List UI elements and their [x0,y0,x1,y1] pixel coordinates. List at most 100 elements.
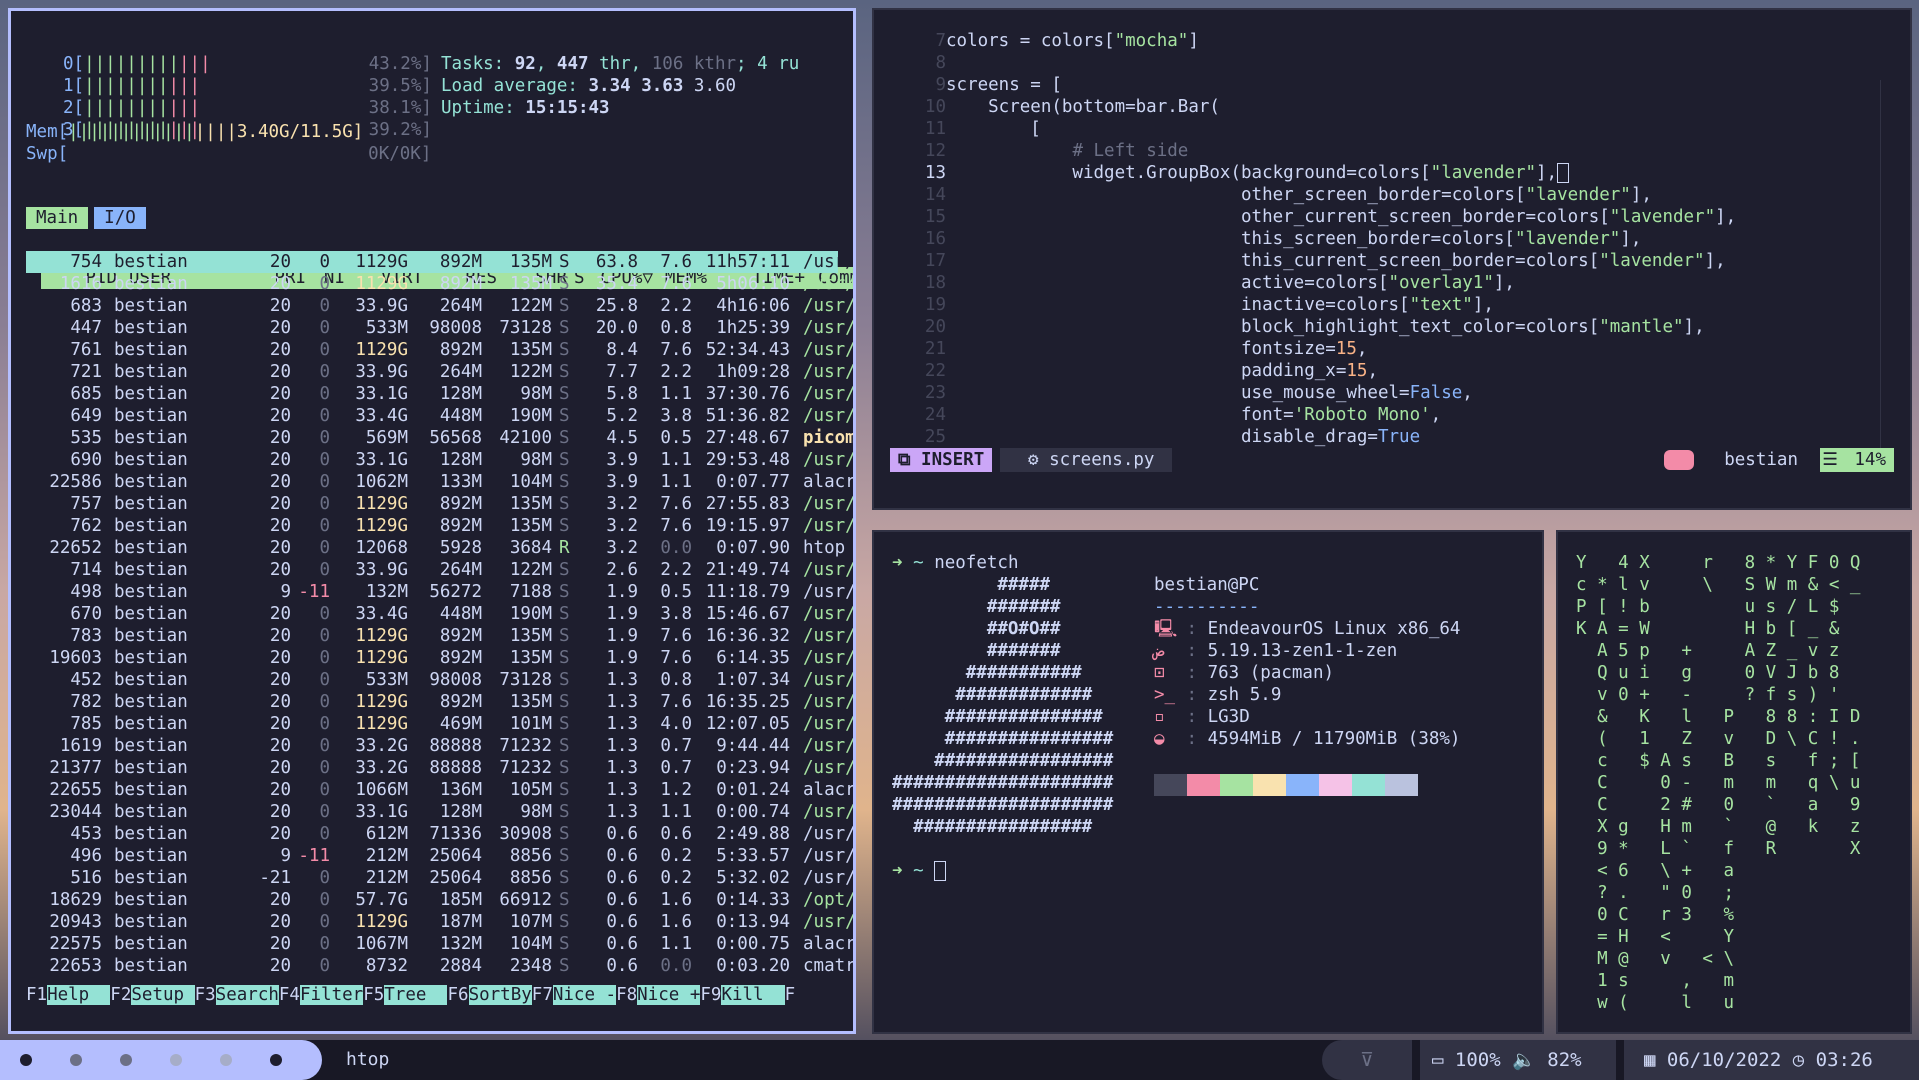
fkey-f[interactable]: F [785,985,796,1005]
fkey-f9[interactable]: F9 [700,985,721,1005]
fkey-f3[interactable]: F3 [195,985,216,1005]
process-row[interactable]: 670 bestian 20 0 33.4G 448M 190M S 1.9 3.8 15:46.6… [26,603,853,625]
fkey-label[interactable]: Nice + [637,985,701,1005]
fkey-f4[interactable]: F4 [279,985,300,1005]
process-row[interactable]: 762 bestian 20 0 1129G 892M 135M S 3.2 7.6 19:15.9… [26,515,853,537]
code-line[interactable]: 9 screens = [ [874,74,1910,96]
fkey-label[interactable]: Setup [131,985,195,1005]
process-row[interactable]: 447 bestian 20 0 533M 98008 73128 S 20.0 0.8 1h25:… [26,317,853,339]
fkey-f6[interactable]: F6 [447,985,468,1005]
fkey-label[interactable]: Kill [721,985,785,1005]
line-code: active=colors["overlay1"], [946,273,1515,293]
volume-level[interactable]: 82% [1547,1049,1581,1071]
code-area[interactable]: 7 colors = colors["mocha"] 8 9 screens = [10… [874,30,1910,448]
fkey-label[interactable]: Filter [299,985,364,1005]
group-3-dot[interactable] [120,1054,132,1066]
palette-swatch [1154,774,1187,796]
code-line[interactable]: 25 disable_drag=True [874,426,1910,448]
process-row[interactable]: 754 bestian 20 0 1129G 892M 135M S 63.8 7.6 11h57:… [26,251,853,273]
process-row[interactable]: 782 bestian 20 0 1129G 892M 135M S 1.3 7.6 16:35.2… [26,691,853,713]
volume-icon[interactable]: 🔈 [1512,1049,1536,1071]
process-row[interactable]: 783 bestian 20 0 1129G 892M 135M S 1.9 7.6 16:36.3… [26,625,853,647]
process-row[interactable]: 1619 bestian 20 0 33.2G 88888 71232 S 1.3 0.7 9:44… [26,735,853,757]
group-5-dot[interactable] [220,1054,232,1066]
code-line[interactable]: 19 inactive=colors["text"], [874,294,1910,316]
fkey-label[interactable]: Help [47,985,111,1005]
code-line[interactable]: 8 [874,52,1910,74]
group-4-dot[interactable] [170,1054,182,1066]
fkey-f2[interactable]: F2 [110,985,131,1005]
filename-tab[interactable]: ⚙ screens.py [1000,448,1173,472]
code-line[interactable]: 23 use_mouse_wheel=False, [874,382,1910,404]
process-row[interactable]: 714 bestian 20 0 33.9G 264M 122M S 2.6 2.2 21:49.7… [26,559,853,581]
fkey-f5[interactable]: F5 [363,985,384,1005]
code-line[interactable]: 15 other_current_screen_border=colors["l… [874,206,1910,228]
code-line[interactable]: 24 font='Roboto Mono', [874,404,1910,426]
cell-virt: 1066M [355,780,408,800]
group-6-dot[interactable] [270,1054,282,1066]
code-line[interactable]: 12 # Left side [874,140,1910,162]
process-row[interactable]: 496 bestian 9 -11 212M 25064 8856 S 0.6 0.2 5:33.5… [26,845,853,867]
process-row[interactable]: 1616 bestian 20 0 1129G 892M 135M S 35.4 7.6 5h06:… [26,273,853,295]
code-line[interactable]: 22 padding_x=15, [874,360,1910,382]
code-line[interactable]: 7 colors = colors["mocha"] [874,30,1910,52]
process-row[interactable]: 685 bestian 20 0 33.1G 128M 98M S 5.8 1.1 37:30.76… [26,383,853,405]
code-line[interactable]: 18 active=colors["overlay1"], [874,272,1910,294]
process-row[interactable]: 22652 bestian 20 0 12068 5928 3684 R 3.2 0.0 0:07.… [26,537,845,559]
process-row[interactable]: 757 bestian 20 0 1129G 892M 135M S 3.2 7.6 27:55.8… [26,493,853,515]
process-row[interactable]: 761 bestian 20 0 1129G 892M 135M S 8.4 7.6 52:34.4… [26,339,853,361]
process-row[interactable]: 19603 bestian 20 0 1129G 892M 135M S 1.9 7.6 6:14.… [26,647,853,669]
process-row[interactable]: 23044 bestian 20 0 33.1G 128M 98M S 1.3 1.1 0:00.7… [26,801,853,823]
process-row[interactable]: 22575 bestian 20 0 1067M 132M 104M S 0.6 1.1 0:00.… [26,933,853,955]
process-row[interactable]: 452 bestian 20 0 533M 98008 73128 S 1.3 0.8 1:07.3… [26,669,853,691]
group-2-dot[interactable] [70,1054,82,1066]
process-row[interactable]: 22653 bestian 20 0 8732 2884 2348 S 0.6 0.0 0:03.2… [26,955,853,977]
htop-window[interactable]: 0[|||||||||||| 43.2%] 1[||||||||||| 39.5%… [8,8,856,1034]
process-row[interactable]: 683 bestian 20 0 33.9G 264M 122M S 25.8 2.2 4h16:0… [26,295,853,317]
code-line[interactable]: 20 block_highlight_text_color=colors["ma… [874,316,1910,338]
code-line[interactable]: 11 [ [874,118,1910,140]
process-row[interactable]: 21377 bestian 20 0 33.2G 88888 71232 S 1.3 0.7 0:2… [26,757,853,779]
code-line[interactable]: 21 fontsize=15, [874,338,1910,360]
process-list[interactable]: 754 bestian 20 0 1129G 892M 135M S 63.8 7.6 11h57:… [26,251,853,977]
cell-cmd: /usr/l [803,340,856,360]
fkey-label[interactable]: SortBy [468,985,532,1005]
terminal-neofetch[interactable]: ➜ ~ neofetch ##### ####### ##O#O## #####… [872,530,1544,1034]
process-row[interactable]: 20943 bestian 20 0 1129G 187M 107M S 0.6 1.6 0:13.… [26,911,853,933]
fkey-label[interactable]: Search [215,985,279,1005]
process-row[interactable]: 498 bestian 9 -11 132M 56272 7188 S 1.9 0.5 11:18.… [26,581,853,603]
process-row[interactable]: 516 bestian -21 0 212M 25064 8856 S 0.6 0.2 5:32.0… [26,867,853,889]
code-line[interactable]: 14 other_screen_border=colors["lavender"… [874,184,1910,206]
cell-cpu: 2.6 [606,560,638,580]
editor-window[interactable]: 7 colors = colors["mocha"] 8 9 screens = [10… [872,8,1912,510]
prompt-line[interactable]: ➜ ~ [892,860,947,882]
tab-io[interactable]: I/O [94,207,146,229]
process-row[interactable]: 22655 bestian 20 0 1066M 136M 105M S 1.3 1.2 0:01.… [26,779,853,801]
code-line[interactable]: 13 widget.GroupBox(background=colors["la… [874,162,1910,184]
process-row[interactable]: 535 bestian 20 0 569M 56568 42100 S 4.5 0.5 27:48.… [26,427,853,449]
process-row[interactable]: 453 bestian 20 0 612M 71336 30908 S 0.6 0.6 2:49.8… [26,823,853,845]
code-line[interactable]: 10 Screen(bottom=bar.Bar( [874,96,1910,118]
fkey-f1[interactable]: F1 [26,985,47,1005]
code-line[interactable]: 16 this_screen_border=colors["lavender"]… [874,228,1910,250]
terminal-cmatrix[interactable]: Y 4 X r 8 * Y F 0 Qc * l v \ S W m & < _… [1556,530,1912,1034]
group-1-dot[interactable] [20,1054,32,1066]
process-row[interactable]: 22586 bestian 20 0 1062M 133M 104M S 3.9 1.1 0:07.… [26,471,853,493]
fkey-f7[interactable]: F7 [532,985,553,1005]
process-row[interactable]: 690 bestian 20 0 33.1G 128M 98M S 3.9 1.1 29:53.48… [26,449,853,471]
cell-shr: 135M [509,648,552,668]
wifi-icon[interactable]: ⊽ [1322,1040,1412,1080]
process-row[interactable]: 649 bestian 20 0 33.4G 448M 190M S 5.2 3.8 51:36.8… [26,405,853,427]
process-row[interactable]: 721 bestian 20 0 33.9G 264M 122M S 7.7 2.2 1h09:28… [26,361,853,383]
fkey-f8[interactable]: F8 [616,985,637,1005]
process-row[interactable]: 18629 bestian 20 0 57.7G 185M 66912 S 0.6 1.6 0:14… [26,889,853,911]
process-row[interactable]: 785 bestian 20 0 1129G 469M 101M S 1.3 4.0 12:07.0… [26,713,853,735]
fkey-label[interactable]: Tree [384,985,448,1005]
cell-virt: 33.9G [355,362,408,382]
cell-shr: 135M [509,494,552,514]
cell-shr: 98M [520,450,552,470]
code-line[interactable]: 17 this_current_screen_border=colors["la… [874,250,1910,272]
fkey-label[interactable]: Nice - [552,985,617,1005]
tab-main[interactable]: Main [26,207,89,229]
cell-cmd: alacri [803,934,856,954]
